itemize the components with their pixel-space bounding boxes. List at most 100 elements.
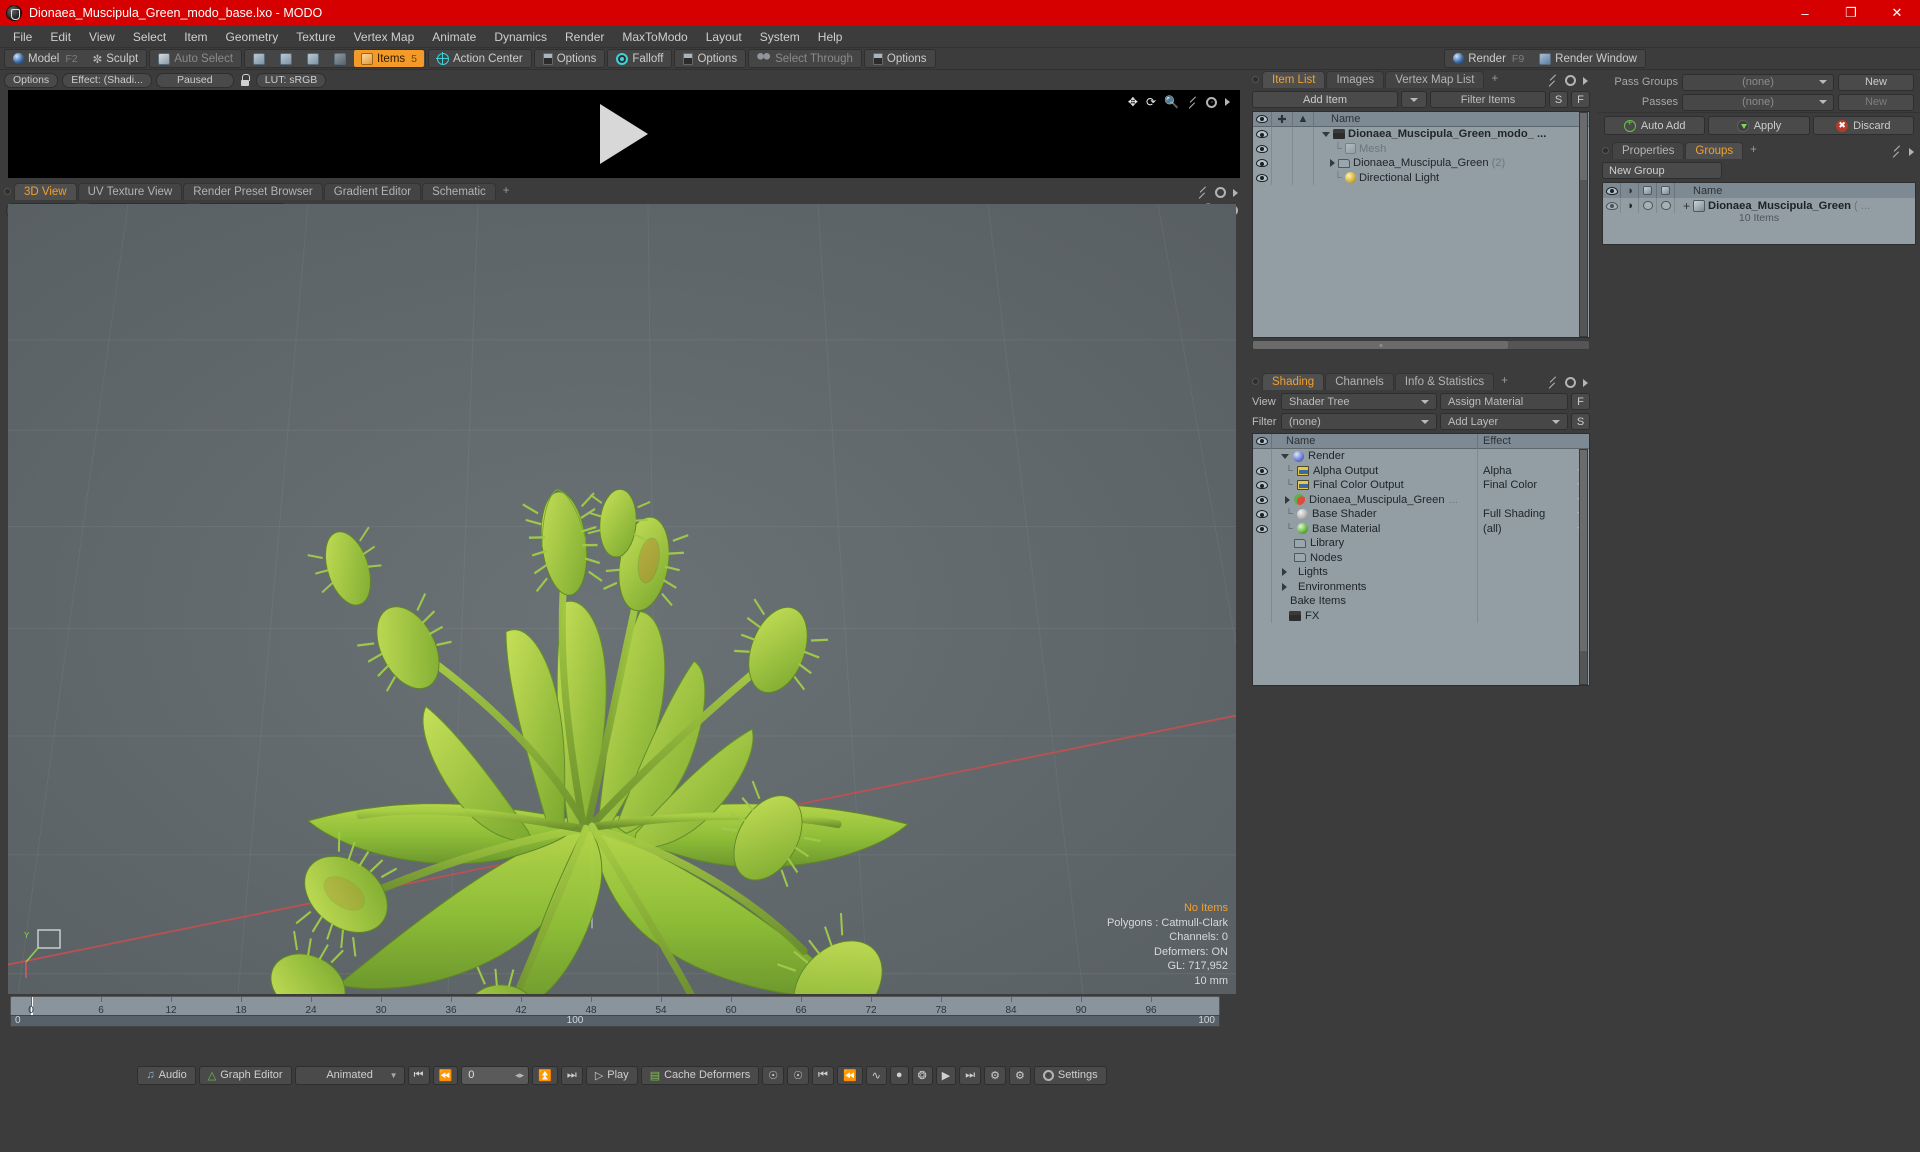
shader-eye-4[interactable] <box>1253 507 1272 522</box>
row-visibility-toggle-0[interactable] <box>1253 127 1272 142</box>
shader-name-6[interactable]: Library <box>1272 537 1477 549</box>
key-rotate-up-icon-button[interactable]: ☉ <box>762 1065 785 1085</box>
menu-layout[interactable]: Layout <box>697 27 751 47</box>
groups-row[interactable]: ◑ + Dionaea_Muscipula_Green ( ... <box>1603 198 1915 213</box>
shading-chevron-right-icon[interactable] <box>1583 378 1588 387</box>
create-key-button[interactable]: ∿ <box>865 1065 887 1085</box>
key-rotate-down-icon-button[interactable]: ☉ <box>787 1065 810 1085</box>
current-frame-field[interactable]: 0 ◂▸ <box>461 1065 530 1085</box>
next-frame-button[interactable]: ⏫ <box>532 1065 558 1085</box>
shader-name-3[interactable]: Dionaea_Muscipula_Green ... <box>1272 494 1477 506</box>
row-visibility-toggle-1[interactable] <box>1253 141 1272 156</box>
add-layer-dropdown[interactable]: Add Layer <box>1440 413 1568 430</box>
shader-tree-vertical-scrollbar[interactable] <box>1579 449 1588 685</box>
shader-row-base-shader[interactable]: └ Base Shader Full Shading <box>1253 507 1589 522</box>
twisty-closed-icon-env[interactable] <box>1282 582 1287 591</box>
item-list-row-mesh[interactable]: └ Mesh <box>1253 141 1589 156</box>
tab-item-list[interactable]: Item List <box>1262 71 1326 88</box>
chevron-right-icon[interactable] <box>1225 98 1230 106</box>
play-triangle-icon[interactable] <box>600 104 648 164</box>
pass-groups-new-button[interactable]: New <box>1838 73 1914 91</box>
tab-images[interactable]: Images <box>1326 71 1385 88</box>
tab-groups[interactable]: Groups <box>1685 142 1744 159</box>
edges-mode-button[interactable] <box>273 50 299 67</box>
action-center-options-button[interactable]: Options <box>536 50 604 67</box>
tab-vertex-map-list[interactable]: Vertex Map List <box>1385 71 1485 88</box>
chevron-right-icon-viewport[interactable] <box>1233 188 1238 197</box>
row-visibility-toggle-2[interactable] <box>1253 156 1272 171</box>
item-list-f-button[interactable]: F <box>1571 91 1590 108</box>
play-button[interactable]: ▷ Play <box>585 1065 638 1085</box>
filter-items-input[interactable]: Filter Items <box>1430 91 1546 108</box>
shading-filter-dropdown[interactable]: (none) <box>1281 413 1437 430</box>
select-through-options-button[interactable]: Options <box>866 50 934 67</box>
row-axis-2[interactable] <box>1293 156 1314 171</box>
shader-effect-4[interactable]: Full Shading <box>1477 507 1589 522</box>
preview-lut-dropdown[interactable]: LUT: sRGB <box>255 72 327 88</box>
minimize-button[interactable]: – <box>1782 0 1828 26</box>
pan-icon[interactable]: ✥ <box>1128 95 1138 109</box>
polygons-mode-button[interactable] <box>300 50 326 67</box>
shader-name-11[interactable]: FX <box>1272 610 1477 622</box>
shader-row-alpha-output[interactable]: └ Alpha Output Alpha <box>1253 463 1589 478</box>
menu-geometry[interactable]: Geometry <box>217 27 288 47</box>
row-name-2[interactable]: Dionaea_Muscipula_Green (2) <box>1314 157 1589 169</box>
shader-row-library[interactable]: Library <box>1253 536 1589 551</box>
tab-schematic[interactable]: Schematic <box>422 183 496 200</box>
materials-mode-button[interactable] <box>327 50 353 67</box>
model-mode-button[interactable]: Model F2 <box>6 50 85 67</box>
passes-new-button[interactable]: New <box>1838 93 1914 111</box>
groups-row-chk1[interactable] <box>1639 198 1657 213</box>
delete-key-button[interactable]: ❂ <box>911 1065 933 1085</box>
twisty-closed-icon-mat[interactable] <box>1285 495 1290 504</box>
falloff-options-button[interactable]: Options <box>676 50 744 67</box>
row-lock-0[interactable] <box>1272 127 1293 142</box>
shader-row-environments[interactable]: Environments <box>1253 579 1589 594</box>
maximize-button[interactable]: ❐ <box>1828 0 1874 26</box>
groups-panel-menu-dot[interactable] <box>1602 147 1609 154</box>
select-through-button[interactable]: Select Through <box>750 50 860 67</box>
item-list-vertical-scrollbar[interactable] <box>1579 112 1588 337</box>
shader-eye-0[interactable] <box>1253 449 1272 464</box>
timeline-range-bar[interactable]: 0 100 100 <box>10 1015 1220 1027</box>
shader-row-bake-items[interactable]: Bake Items <box>1253 594 1589 609</box>
add-item-dropdown-button[interactable] <box>1401 91 1427 108</box>
key-options-button[interactable]: ⚙ <box>1009 1065 1031 1085</box>
menu-view[interactable]: View <box>80 27 124 47</box>
render-preview-viewport[interactable]: ✥ ⟳ 🔍 <box>8 90 1240 178</box>
twisty-open-icon-render[interactable] <box>1281 453 1289 459</box>
item-list-row-group[interactable]: Dionaea_Muscipula_Green (2) <box>1253 156 1589 171</box>
add-item-button[interactable]: Add Item <box>1252 91 1398 108</box>
shader-name-9[interactable]: Environments <box>1272 581 1477 593</box>
fit-icon[interactable] <box>1187 97 1198 108</box>
row-name-3[interactable]: └ Directional Light <box>1314 172 1589 184</box>
preview-effect-dropdown[interactable]: Effect: (Shadi... <box>62 72 152 88</box>
item-list-tree[interactable]: Dionaea_Muscipula_Green_modo_ ... └ Mesh… <box>1253 127 1589 337</box>
render-button[interactable]: Render F9 <box>1446 50 1531 67</box>
shader-eye-5[interactable] <box>1253 521 1272 536</box>
go-to-start-button[interactable]: ⏮ <box>407 1065 430 1085</box>
shader-name-2[interactable]: └ Final Color Output <box>1272 479 1477 491</box>
groups-row-visibility[interactable] <box>1603 198 1621 213</box>
next-key-button[interactable]: ▶ <box>935 1065 957 1085</box>
shading-f-button[interactable]: F <box>1571 393 1590 410</box>
go-to-end-button[interactable]: ⏭ <box>560 1065 583 1085</box>
falloff-button[interactable]: Falloff <box>609 50 670 67</box>
shader-name-4[interactable]: └ Base Shader <box>1272 508 1477 520</box>
items-mode-button[interactable]: Items 5 <box>354 50 424 67</box>
shader-view-dropdown[interactable]: Shader Tree <box>1281 393 1437 410</box>
row-name-0[interactable]: Dionaea_Muscipula_Green_modo_ ... <box>1314 128 1589 140</box>
gear-icon-viewport[interactable] <box>1215 187 1226 198</box>
twisty-closed-icon-2[interactable] <box>1330 159 1335 168</box>
menu-select[interactable]: Select <box>124 27 175 47</box>
menu-dynamics[interactable]: Dynamics <box>485 27 556 47</box>
shader-row-base-material[interactable]: └ Base Material (all) <box>1253 521 1589 536</box>
shader-tree-body[interactable]: Render └ Alpha Output Alpha └ Final Colo… <box>1253 449 1589 685</box>
groups-chevron-right-icon[interactable] <box>1909 147 1914 156</box>
panel-menu-dot[interactable] <box>4 188 11 195</box>
tab-channels[interactable]: Channels <box>1325 373 1394 390</box>
tab-render-preset-browser[interactable]: Render Preset Browser <box>183 183 323 200</box>
item-list-row-light[interactable]: └ Directional Light <box>1253 170 1589 185</box>
discard-button[interactable]: ✖ Discard <box>1812 116 1914 135</box>
expand-icon[interactable] <box>1197 187 1208 198</box>
